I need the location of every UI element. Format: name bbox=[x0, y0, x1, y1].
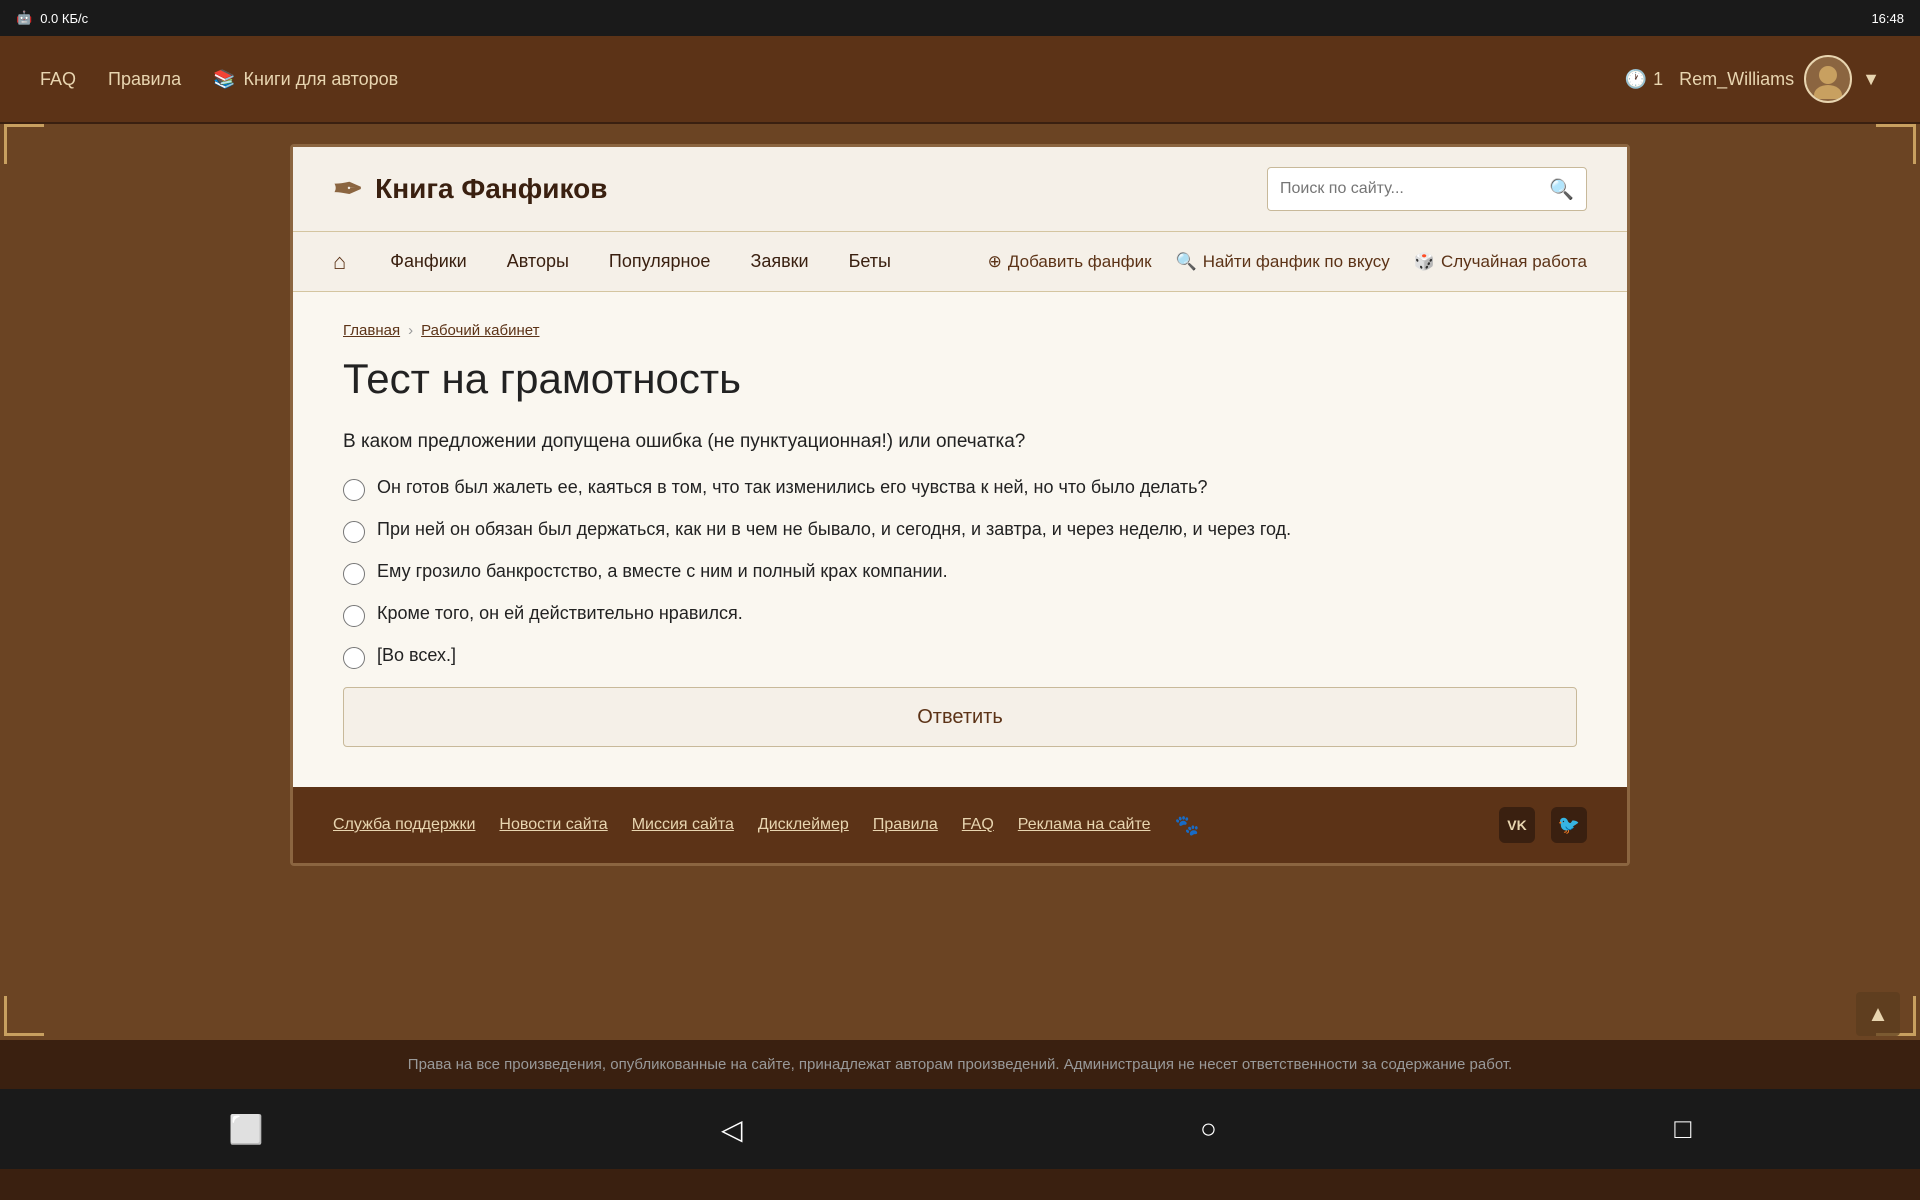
books-label: Книги для авторов bbox=[244, 69, 399, 90]
dropdown-icon: ▼ bbox=[1862, 69, 1880, 90]
history-icon: 🕐 bbox=[1625, 69, 1647, 90]
top-nav-left: FAQ Правила 📚 Книги для авторов bbox=[40, 69, 398, 90]
add-fanfic-link[interactable]: ⊕ Добавить фанфик bbox=[988, 252, 1152, 272]
rules-link[interactable]: Правила bbox=[108, 69, 181, 90]
breadcrumb-current[interactable]: Рабочий кабинет bbox=[421, 322, 539, 339]
tab-button[interactable]: ⬜ bbox=[229, 1113, 264, 1146]
back-button[interactable]: ◁ bbox=[721, 1113, 743, 1146]
nav-fanfics[interactable]: Фанфики bbox=[370, 232, 486, 292]
corner-decoration-bl bbox=[4, 996, 44, 1036]
option-4-text: Кроме того, он ей действительно нравился… bbox=[377, 603, 743, 624]
option-5[interactable]: [Во всех.] bbox=[343, 645, 1577, 669]
footer-support[interactable]: Служба поддержки bbox=[333, 816, 475, 834]
nav-authors[interactable]: Авторы bbox=[487, 232, 589, 292]
status-bar: 🤖 0.0 КБ/с 16:48 bbox=[0, 0, 1920, 36]
option-1[interactable]: Он готов был жалеть ее, каяться в том, ч… bbox=[343, 477, 1577, 501]
page-title: Тест на грамотность bbox=[343, 355, 1577, 403]
search-button[interactable]: 🔍 bbox=[1549, 177, 1574, 202]
main-wrapper: ✒ Книга Фанфиков 🔍 ⌂ Фанфики Авторы Попу… bbox=[0, 124, 1920, 1040]
radio-option-3[interactable] bbox=[343, 563, 365, 585]
option-2-text: При ней он обязан был держаться, как ни … bbox=[377, 519, 1291, 540]
site-name: Книга Фанфиков bbox=[375, 173, 607, 205]
main-nav: ⌂ Фанфики Авторы Популярное Заявки Беты … bbox=[293, 232, 1627, 292]
footer-rules[interactable]: Правила bbox=[873, 816, 938, 834]
submit-button[interactable]: Ответить bbox=[343, 687, 1577, 747]
notif-count: 1 bbox=[1653, 69, 1663, 90]
copyright-text: Права на все произведения, опубликованны… bbox=[408, 1056, 1512, 1073]
speed-indicator: 0.0 КБ/с bbox=[40, 11, 88, 26]
option-4[interactable]: Кроме того, он ей действительно нравился… bbox=[343, 603, 1577, 627]
site-footer: Служба поддержки Новости сайта Миссия са… bbox=[293, 787, 1627, 863]
radio-option-1[interactable] bbox=[343, 479, 365, 501]
option-3[interactable]: Ему грозило банкростство, а вместе с ним… bbox=[343, 561, 1577, 585]
nav-beta[interactable]: Беты bbox=[829, 232, 911, 292]
option-2[interactable]: При ней он обязан был держаться, как ни … bbox=[343, 519, 1577, 543]
footer-ads[interactable]: Реклама на сайте bbox=[1018, 816, 1151, 834]
radio-option-4[interactable] bbox=[343, 605, 365, 627]
status-bar-left: 🤖 0.0 КБ/с bbox=[16, 10, 88, 26]
site-container: ✒ Книга Фанфиков 🔍 ⌂ Фанфики Авторы Попу… bbox=[290, 144, 1630, 866]
copyright-bar: Права на все произведения, опубликованны… bbox=[0, 1040, 1920, 1089]
find-fanfic-link[interactable]: 🔍 Найти фанфик по вкусу bbox=[1176, 252, 1390, 272]
logo-feather-icon: ✒ bbox=[333, 168, 363, 210]
corner-decoration-tr bbox=[1876, 124, 1916, 164]
home-button[interactable]: ○ bbox=[1200, 1113, 1217, 1145]
footer-news[interactable]: Новости сайта bbox=[499, 816, 607, 834]
breadcrumb-separator: › bbox=[408, 322, 413, 339]
site-logo: ✒ Книга Фанфиков bbox=[333, 168, 607, 210]
option-1-text: Он готов был жалеть ее, каяться в том, ч… bbox=[377, 477, 1208, 498]
android-nav: ⬜ ◁ ○ □ bbox=[0, 1089, 1920, 1169]
home-nav-icon[interactable]: ⌂ bbox=[333, 249, 346, 275]
add-icon: ⊕ bbox=[988, 252, 1002, 272]
site-header: ✒ Книга Фанфиков 🔍 bbox=[293, 147, 1627, 232]
footer-mission[interactable]: Миссия сайта bbox=[632, 816, 734, 834]
twitter-icon[interactable]: 🐦 bbox=[1551, 807, 1587, 843]
search-input[interactable] bbox=[1280, 180, 1549, 198]
user-avatar bbox=[1804, 55, 1852, 103]
content-area: Главная › Рабочий кабинет Тест на грамот… bbox=[293, 292, 1627, 787]
nav-actions: ⊕ Добавить фанфик 🔍 Найти фанфик по вкус… bbox=[988, 252, 1587, 272]
time-display: 16:48 bbox=[1871, 11, 1904, 26]
question-text: В каком предложении допущена ошибка (не … bbox=[343, 431, 1577, 453]
vk-icon[interactable]: VK bbox=[1499, 807, 1535, 843]
breadcrumb: Главная › Рабочий кабинет bbox=[343, 322, 1577, 339]
user-section[interactable]: Rem_Williams ▼ bbox=[1679, 55, 1880, 103]
footer-social: VK 🐦 bbox=[1499, 807, 1587, 843]
find-fanfic-label: Найти фанфик по вкусу bbox=[1203, 252, 1390, 272]
search-box[interactable]: 🔍 bbox=[1267, 167, 1587, 211]
username-link[interactable]: Rem_Williams bbox=[1679, 69, 1794, 90]
nav-requests[interactable]: Заявки bbox=[730, 232, 828, 292]
options-list: Он готов был жалеть ее, каяться в том, ч… bbox=[343, 477, 1577, 669]
option-5-text: [Во всех.] bbox=[377, 645, 456, 666]
books-icon: 📚 bbox=[213, 69, 235, 90]
books-for-authors-link[interactable]: 📚 Книги для авторов bbox=[213, 69, 398, 90]
random-work-link[interactable]: 🎲 Случайная работа bbox=[1414, 252, 1587, 272]
footer-faq[interactable]: FAQ bbox=[962, 816, 994, 834]
status-bar-right: 16:48 bbox=[1871, 11, 1904, 26]
breadcrumb-home[interactable]: Главная bbox=[343, 322, 400, 339]
scroll-up-button[interactable]: ▲ bbox=[1856, 992, 1900, 1036]
notification-badge[interactable]: 🕐 1 bbox=[1625, 69, 1663, 90]
add-fanfic-label: Добавить фанфик bbox=[1008, 252, 1152, 272]
footer-links: Служба поддержки Новости сайта Миссия са… bbox=[333, 813, 1199, 838]
random-icon: 🎲 bbox=[1414, 252, 1435, 272]
nav-popular[interactable]: Популярное bbox=[589, 232, 731, 292]
footer-disclaimer[interactable]: Дисклеймер bbox=[758, 816, 849, 834]
random-work-label: Случайная работа bbox=[1441, 252, 1587, 272]
top-nav: FAQ Правила 📚 Книги для авторов 🕐 1 Rem_… bbox=[0, 36, 1920, 124]
option-3-text: Ему грозило банкростство, а вместе с ним… bbox=[377, 561, 948, 582]
find-icon: 🔍 bbox=[1176, 252, 1197, 272]
corner-decoration-tl bbox=[4, 124, 44, 164]
paw-icon: 🐾 bbox=[1174, 813, 1199, 838]
radio-option-2[interactable] bbox=[343, 521, 365, 543]
android-icon: 🤖 bbox=[16, 10, 32, 26]
faq-link[interactable]: FAQ bbox=[40, 69, 76, 90]
radio-option-5[interactable] bbox=[343, 647, 365, 669]
recents-button[interactable]: □ bbox=[1674, 1113, 1691, 1145]
top-nav-right: 🕐 1 Rem_Williams ▼ bbox=[1625, 55, 1880, 103]
